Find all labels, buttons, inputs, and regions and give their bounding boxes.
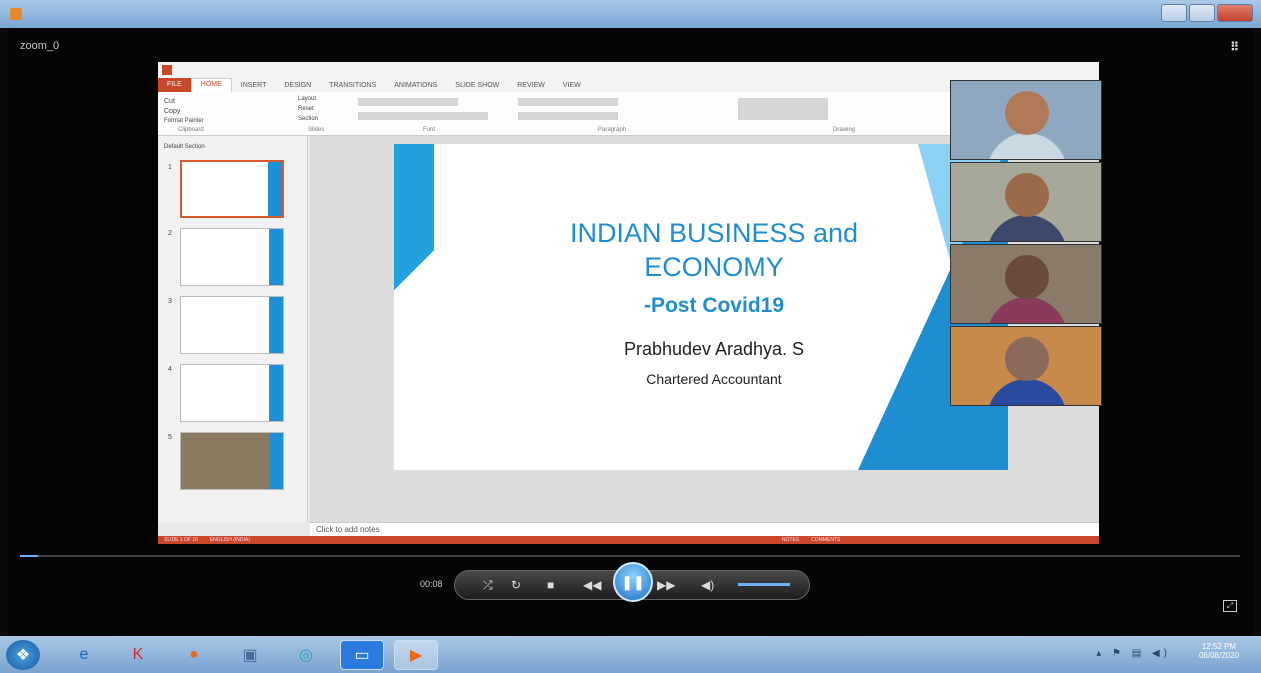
tab-insert[interactable]: INSERT — [232, 82, 276, 89]
notes-pane[interactable]: Click to add notes — [310, 522, 1099, 536]
participant-body — [987, 133, 1067, 159]
current-slide[interactable]: INDIAN BUSINESS and ECONOMY -Post Covid1… — [394, 144, 1008, 470]
clock-date: 06/08/2020 — [1198, 651, 1239, 660]
slide-count: SLIDE 1 OF 16 — [164, 537, 198, 543]
font-name-box[interactable] — [358, 98, 458, 106]
fullscreen-icon[interactable]: ⤢ — [1223, 600, 1237, 612]
participant-video-3[interactable] — [950, 244, 1102, 324]
shapes-gallery[interactable] — [738, 98, 828, 120]
clock-time: 12:52 PM — [1201, 642, 1237, 651]
participant-face — [1005, 173, 1049, 217]
start-button[interactable]: ❖ — [6, 640, 40, 670]
tab-home[interactable]: HOME — [190, 78, 232, 92]
previous-icon[interactable]: ◀◀ — [583, 578, 601, 592]
group-clipboard: Clipboard — [178, 127, 204, 133]
group-font: Font — [423, 127, 436, 133]
participant-video-4[interactable] — [950, 326, 1102, 406]
slide-thumbnail-2[interactable] — [180, 228, 284, 286]
app-circle-icon[interactable]: ◎ — [284, 640, 328, 670]
explorer-icon[interactable]: ▣ — [228, 640, 272, 670]
internet-explorer-icon[interactable]: e — [62, 640, 106, 670]
tab-file[interactable]: FILE — [158, 78, 191, 92]
tab-view[interactable]: VIEW — [554, 82, 590, 89]
time-display: 00:08 — [420, 579, 443, 589]
presenter-role: Chartered Accountant — [646, 371, 782, 387]
alignment-row[interactable] — [518, 112, 618, 120]
quick-access-toolbar — [158, 62, 1099, 78]
seek-bar[interactable] — [20, 555, 1240, 557]
notes-toggle[interactable]: NOTES — [782, 537, 799, 543]
zoom-taskbar-icon[interactable]: ▭ — [340, 640, 384, 670]
volume-slider[interactable] — [738, 583, 790, 586]
participant-video-1[interactable] — [950, 80, 1102, 160]
minimize-button[interactable] — [1161, 4, 1187, 22]
cut-button[interactable]: Cut — [164, 98, 175, 105]
paragraph-row[interactable] — [518, 98, 618, 106]
participant-body — [987, 379, 1067, 405]
tab-slide-show[interactable]: SLIDE SHOW — [446, 82, 508, 89]
participant-body — [987, 215, 1067, 241]
presenter-name: Prabhudev Aradhya. S — [623, 339, 805, 359]
system-tray-icons[interactable]: ▴ ⚑ ▤ ◀) — [1096, 648, 1171, 659]
language-status[interactable]: ENGLISH (INDIA) — [210, 537, 250, 543]
tab-review[interactable]: REVIEW — [508, 82, 554, 89]
comments-toggle[interactable]: COMMENTS — [811, 537, 840, 543]
group-paragraph: Paragraph — [598, 127, 627, 133]
slide-subtitle: -Post Covid19 — [643, 294, 785, 317]
clock[interactable]: 12:52 PM 06/08/2020 — [1199, 642, 1239, 660]
window-titlebar — [0, 0, 1261, 28]
volume-icon[interactable]: ◀) — [701, 578, 714, 592]
stop-icon[interactable]: ■ — [547, 578, 554, 592]
slide-thumbnail-5[interactable] — [180, 432, 284, 490]
slide-number: 4 — [168, 366, 172, 373]
reset-button[interactable]: Reset — [298, 106, 314, 112]
pause-button[interactable]: ❚❚ — [613, 562, 653, 602]
section-button[interactable]: Section — [298, 116, 318, 122]
player-app-icon — [10, 8, 22, 20]
maximize-button[interactable] — [1189, 4, 1215, 22]
group-slides: Slides — [308, 127, 325, 133]
powerpoint-icon — [162, 65, 172, 75]
repeat-icon[interactable]: ↻ — [511, 578, 521, 592]
slide-number: 1 — [168, 164, 172, 171]
slide-number: 5 — [168, 434, 172, 441]
participant-face — [1005, 91, 1049, 135]
participant-body — [987, 297, 1067, 323]
seek-progress — [20, 555, 38, 557]
tab-animations[interactable]: ANIMATIONS — [385, 82, 446, 89]
copy-button[interactable]: Copy — [164, 108, 180, 115]
file-name: zoom_0 — [20, 40, 60, 52]
participant-face — [1005, 337, 1049, 381]
format-painter-button[interactable]: Format Painter — [164, 118, 204, 124]
media-player-taskbar-icon[interactable]: ▶ — [394, 640, 438, 670]
slide-thumbnail-3[interactable] — [180, 296, 284, 354]
group-drawing: Drawing — [833, 127, 856, 133]
slide-thumbnails-panel: Default Section 1 2 3 4 5 — [158, 136, 308, 522]
antivirus-icon[interactable]: K — [116, 640, 160, 670]
font-format-row[interactable] — [358, 112, 488, 120]
firefox-icon[interactable]: ● — [172, 640, 216, 670]
tab-transitions[interactable]: TRANSITIONS — [320, 82, 385, 89]
taskbar: ❖ e K ● ▣ ◎ ▭ ▶ ▴ ⚑ ▤ ◀) 12:52 PM 06/08/… — [0, 636, 1261, 673]
slide-title-line2: ECONOMY — [644, 252, 784, 282]
close-button[interactable] — [1217, 4, 1253, 22]
shuffle-icon[interactable]: ⤮ — [483, 578, 493, 593]
layout-button[interactable]: Layout — [298, 96, 316, 102]
slide-thumbnail-4[interactable] — [180, 364, 284, 422]
participant-video-2[interactable] — [950, 162, 1102, 242]
next-icon[interactable]: ▶▶ — [657, 578, 675, 592]
slide-number: 3 — [168, 298, 172, 305]
tab-design[interactable]: DESIGN — [275, 82, 320, 89]
view-toggle-icon[interactable]: ⠿ — [1230, 40, 1239, 54]
slide-title-line1: INDIAN BUSINESS and — [569, 218, 859, 248]
section-label: Default Section — [164, 144, 205, 150]
participant-face — [1005, 255, 1049, 299]
slide-thumbnail-1[interactable] — [180, 160, 284, 218]
slide-number: 2 — [168, 230, 172, 237]
status-bar: SLIDE 1 OF 16 ENGLISH (INDIA) NOTES COMM… — [158, 536, 1099, 544]
